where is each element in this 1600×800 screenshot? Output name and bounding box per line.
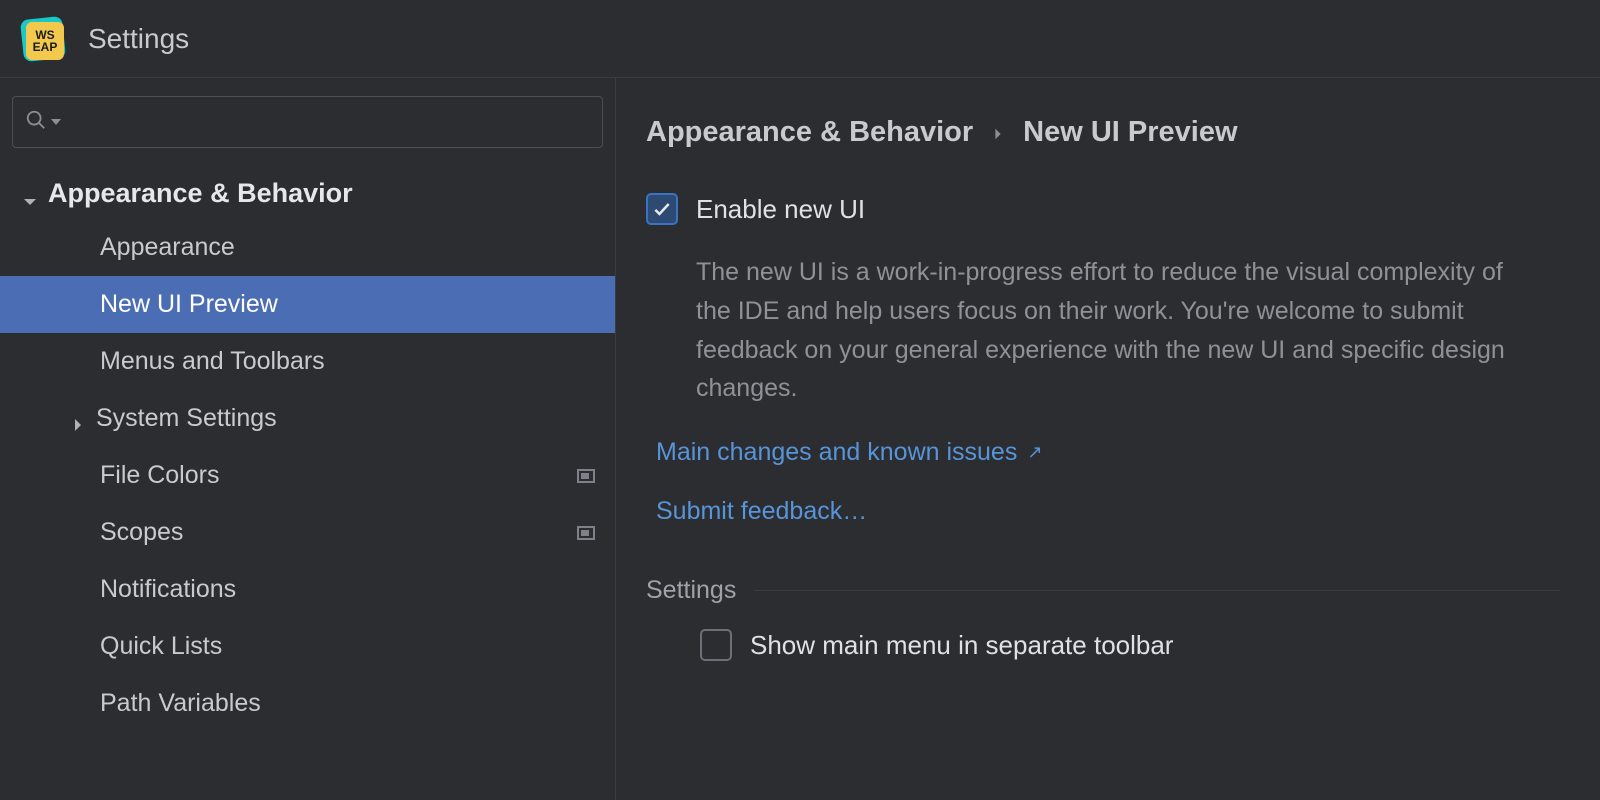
settings-content: Appearance & Behavior New UI Preview Ena… <box>616 78 1600 800</box>
tree-item-notifications[interactable]: Notifications <box>0 561 615 618</box>
enable-new-ui-row[interactable]: Enable new UI <box>646 193 1560 225</box>
enable-new-ui-label: Enable new UI <box>696 194 865 225</box>
tree-group-label: Appearance & Behavior <box>48 178 353 209</box>
link-label: Main changes and known issues <box>656 438 1017 467</box>
app-icon: WS EAP <box>22 18 64 60</box>
tree-item-file-colors[interactable]: File Colors <box>0 447 615 504</box>
tree-item-new-ui-preview[interactable]: New UI Preview <box>0 276 615 333</box>
section-title: Settings <box>646 576 736 605</box>
tree-item-label: Appearance <box>100 233 235 262</box>
window-title: Settings <box>88 23 189 55</box>
tree-item-label: System Settings <box>96 404 277 433</box>
chevron-right-icon <box>70 411 86 427</box>
link-label: Submit feedback… <box>656 497 867 526</box>
breadcrumb-root[interactable]: Appearance & Behavior <box>646 116 973 149</box>
tree-item-scopes[interactable]: Scopes <box>0 504 615 561</box>
app-icon-line1: WS <box>35 29 54 41</box>
show-main-menu-label: Show main menu in separate toolbar <box>750 630 1173 661</box>
breadcrumb: Appearance & Behavior New UI Preview <box>646 116 1560 149</box>
configurable-icon <box>577 469 595 483</box>
tree-item-label: Path Variables <box>100 689 261 718</box>
tree-item-menus-toolbars[interactable]: Menus and Toolbars <box>0 333 615 390</box>
tree-item-appearance[interactable]: Appearance <box>0 219 615 276</box>
enable-new-ui-checkbox[interactable] <box>646 193 678 225</box>
tree-item-path-variables[interactable]: Path Variables <box>0 675 615 732</box>
chevron-down-icon <box>22 186 38 202</box>
link-submit-feedback[interactable]: Submit feedback… <box>646 497 1560 526</box>
section-divider <box>754 590 1560 591</box>
search-input-wrap[interactable] <box>12 96 603 148</box>
titlebar: WS EAP Settings <box>0 0 1600 78</box>
tree-group-appearance-behavior[interactable]: Appearance & Behavior <box>0 168 615 219</box>
chevron-right-icon <box>991 116 1005 149</box>
new-ui-description: The new UI is a work-in-progress effort … <box>646 253 1536 408</box>
tree-item-label: Notifications <box>100 575 236 604</box>
show-main-menu-checkbox[interactable] <box>700 629 732 661</box>
tree-item-label: Quick Lists <box>100 632 222 661</box>
show-main-menu-row[interactable]: Show main menu in separate toolbar <box>646 629 1560 661</box>
tree-item-label: New UI Preview <box>100 290 278 319</box>
settings-section-header: Settings <box>646 576 1560 605</box>
tree-item-label: Scopes <box>100 518 183 547</box>
search-dropdown-icon[interactable] <box>51 119 61 125</box>
tree-item-label: File Colors <box>100 461 219 490</box>
settings-tree: Appearance & Behavior Appearance New UI … <box>0 168 615 732</box>
tree-item-system-settings[interactable]: System Settings <box>0 390 615 447</box>
tree-item-quick-lists[interactable]: Quick Lists <box>0 618 615 675</box>
settings-sidebar: Appearance & Behavior Appearance New UI … <box>0 78 616 800</box>
configurable-icon <box>577 526 595 540</box>
link-main-changes[interactable]: Main changes and known issues ↗ <box>646 438 1560 467</box>
search-icon <box>25 109 47 136</box>
external-link-icon: ↗ <box>1027 442 1042 463</box>
tree-item-label: Menus and Toolbars <box>100 347 325 376</box>
breadcrumb-leaf: New UI Preview <box>1023 116 1237 149</box>
search-input[interactable] <box>67 109 590 135</box>
app-icon-line2: EAP <box>33 41 58 53</box>
